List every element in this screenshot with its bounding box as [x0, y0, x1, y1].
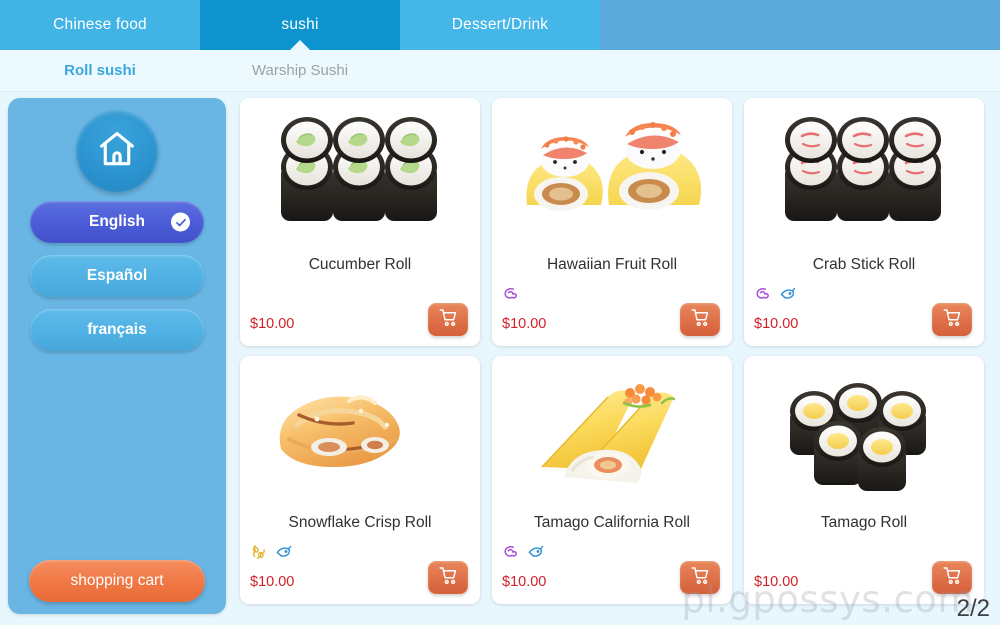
product-price: $10.00	[250, 316, 295, 332]
language-option-english[interactable]: English	[30, 201, 204, 243]
product-card[interactable]: Snowflake Crisp Roll $10.00	[240, 356, 480, 604]
product-price: $10.00	[502, 574, 547, 590]
shopping-cart-icon	[438, 565, 459, 591]
product-card[interactable]: Crab Stick Roll $10.00	[744, 98, 984, 346]
add-to-cart-button[interactable]	[680, 561, 720, 594]
allergen-tags	[502, 542, 544, 562]
product-price: $10.00	[502, 316, 547, 332]
language-label: English	[89, 213, 145, 230]
home-icon	[95, 127, 139, 176]
home-button[interactable]	[76, 110, 158, 192]
language-option-espanol[interactable]: Español	[30, 255, 204, 297]
allergen-tags	[754, 284, 796, 304]
fish-allergen-icon	[275, 544, 292, 561]
hawaiian-fruit-roll-photo	[492, 102, 732, 252]
language-label: français	[87, 321, 147, 338]
tab-chinese-food[interactable]: Chinese food	[0, 0, 200, 50]
allergen-tags	[250, 542, 292, 562]
product-name: Crab Stick Roll	[812, 256, 916, 273]
shopping-cart-button[interactable]: shopping cart	[29, 560, 205, 602]
product-grid: Cucumber Roll $10.00 Hawaiian Fruit Roll…	[240, 98, 986, 625]
peanut-allergen-icon	[250, 544, 267, 561]
add-to-cart-button[interactable]	[932, 561, 972, 594]
product-name: Tamago California Roll	[534, 514, 690, 531]
product-price: $10.00	[250, 574, 295, 590]
shopping-cart-icon	[942, 565, 963, 591]
product-price: $10.00	[754, 574, 799, 590]
product-name: Tamago Roll	[820, 514, 908, 531]
tab-label: Chinese food	[53, 16, 147, 33]
product-card[interactable]: Tamago Roll $10.00	[744, 356, 984, 604]
subtab-roll-sushi[interactable]: Roll sushi	[0, 62, 200, 79]
category-tabbar: Chinese food sushi Dessert/Drink	[0, 0, 1000, 50]
shopping-cart-icon	[942, 307, 963, 333]
shopping-cart-label: shopping cart	[70, 572, 164, 589]
allergen-tags	[502, 284, 519, 304]
snowflake-crisp-roll-photo	[240, 360, 480, 510]
product-name: Snowflake Crisp Roll	[288, 514, 432, 531]
squid-allergen-icon	[754, 286, 771, 303]
add-to-cart-button[interactable]	[428, 561, 468, 594]
tamago-california-roll-photo	[492, 360, 732, 510]
main-body: English Español français shopping cart C…	[0, 92, 1000, 625]
squid-allergen-icon	[502, 286, 519, 303]
tab-sushi[interactable]: sushi	[200, 0, 400, 50]
add-to-cart-button[interactable]	[680, 303, 720, 336]
tabbar-filler	[600, 0, 1000, 50]
language-label: Español	[86, 267, 148, 284]
product-price: $10.00	[754, 316, 799, 332]
subtab-warship-sushi[interactable]: Warship Sushi	[200, 62, 400, 79]
product-card[interactable]: Cucumber Roll $10.00	[240, 98, 480, 346]
language-option-francais[interactable]: français	[30, 309, 204, 351]
shopping-cart-icon	[438, 307, 459, 333]
squid-allergen-icon	[502, 544, 519, 561]
shopping-cart-icon	[690, 307, 711, 333]
page-indicator: 2/2	[956, 595, 990, 622]
tamago-roll-photo	[744, 360, 984, 510]
add-to-cart-button[interactable]	[428, 303, 468, 336]
add-to-cart-button[interactable]	[932, 303, 972, 336]
product-card[interactable]: Hawaiian Fruit Roll $10.00	[492, 98, 732, 346]
check-circle-icon	[171, 212, 190, 232]
tab-label: Dessert/Drink	[451, 16, 549, 33]
pos-ordering-screen: Chinese food sushi Dessert/Drink Roll su…	[0, 0, 1000, 625]
language-list: English Español français	[8, 201, 226, 363]
tab-dessert-drink[interactable]: Dessert/Drink	[400, 0, 600, 50]
product-name: Cucumber Roll	[308, 256, 412, 273]
cucumber-roll-photo	[240, 102, 480, 252]
fish-allergen-icon	[527, 544, 544, 561]
tab-label: sushi	[281, 16, 319, 33]
product-name: Hawaiian Fruit Roll	[546, 256, 678, 273]
subcategory-tabbar: Roll sushi Warship Sushi	[0, 50, 1000, 92]
product-card[interactable]: Tamago California Roll $10.00	[492, 356, 732, 604]
sidebar: English Español français shopping cart	[8, 98, 226, 614]
fish-allergen-icon	[779, 286, 796, 303]
crab-stick-roll-photo	[744, 102, 984, 252]
shopping-cart-icon	[690, 565, 711, 591]
